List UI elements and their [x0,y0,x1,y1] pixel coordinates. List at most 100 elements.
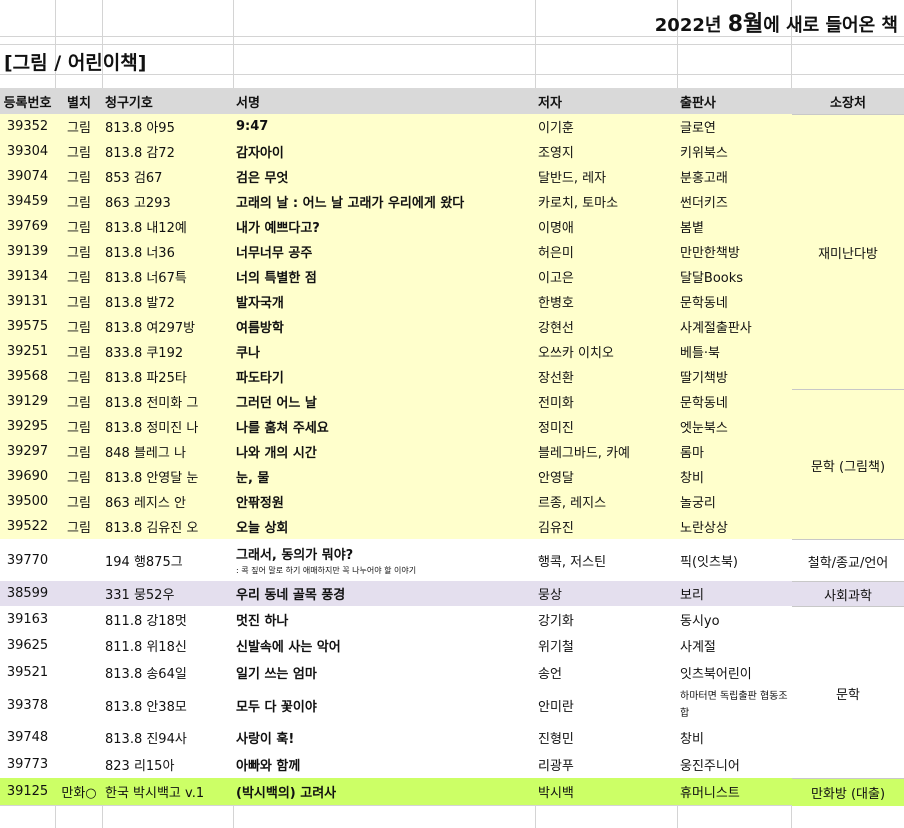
table-row: 39500 그림 863 레지스 안 안팎정원 르종, 레지스 놀궁리 [0,489,904,514]
cell-title: 너무너무 공주 [236,246,313,261]
cell-author: 안미란 [538,699,574,715]
cell-reg-no: 39770 [6,552,49,568]
cell-subtitle: : 콕 짚어 말로 하기 애매하지만 꼭 나누어야 할 이야기 [236,566,417,575]
cell-reg-no: 39625 [6,637,49,653]
cell-reg-no: 39297 [6,444,49,459]
cell-author: 이고은 [538,271,574,286]
cell-reg-no: 39690 [6,469,49,484]
cell-branch [56,581,102,606]
table-row: 39748 813.8 진94사 사랑이 훅! 진형민 창비 [0,724,904,750]
table-row: 39352 그림 813.8 아95 9:47 이기훈 글로연 [0,114,904,139]
cell-title: 나를 훔쳐 주세요 [236,421,329,436]
cell-reg-no: 39139 [6,244,49,259]
cell-branch [56,606,102,632]
table-row: 39139 그림 813.8 너36 너무너무 공주 허은미 만만한책방 [0,239,904,264]
cell-author: 강기화 [538,613,574,629]
cell-title: 안팎정원 [236,496,284,511]
title-year: 2022년 [654,15,728,36]
cell-reg-no: 39459 [6,194,49,209]
grid-line [0,44,904,45]
table-row: 39125 만화○ 한국 박시백고 v.1 (박시백의) 고려사 박시백 휴머니스트 [0,778,904,805]
table-row: 39625 811.8 위18신 신발속에 사는 악어 위기철 사계절 [0,632,904,658]
cell-reg-no: 39378 [6,697,49,713]
cell-publisher: 웅진주니어 [680,758,740,774]
cell-location: 만화방 (대출) [792,778,904,806]
title-rest: 에 새로 들어온 책 [763,15,898,36]
cell-publisher: 분홍고래 [680,171,728,186]
cell-publisher: 엣눈북스 [680,421,728,436]
cell-publisher: 놀궁리 [680,496,716,511]
cell-reg-no: 39131 [6,294,49,309]
cell-title: 나와 개의 시간 [236,446,317,461]
cell-title: 일기 쓰는 엄마 [236,666,317,682]
cell-author: 장선환 [538,371,574,386]
header-location: 소장처 [830,95,866,111]
cell-reg-no: 39748 [6,729,49,745]
cell-title: 아빠와 함께 [236,758,301,774]
cell-title: 여름방학 [236,321,284,336]
cell-title: 그래서, 동의가 뭐야?: 콕 짚어 말로 하기 애매하지만 꼭 나누어야 할 … [236,539,534,581]
cell-publisher: 롬마 [680,446,704,461]
table-row: 39131 그림 813.8 발72 발자국개 한병호 문학동네 [0,289,904,314]
cell-call-number: 한국 박시백고 v.1 [105,786,205,801]
cell-branch: 그림 [67,246,91,261]
cell-location: 문학 (그림책) [792,389,904,540]
cell-call-number: 833.8 쿠192 [105,346,184,361]
cell-publisher: 창비 [680,471,704,486]
cell-author: 김유진 [538,521,574,536]
cell-publisher: 키위북스 [680,146,728,161]
table-row: 39521 813.8 송64일 일기 쓰는 엄마 송언 잇츠북어린이 [0,658,904,686]
cell-branch: 그림 [67,446,91,461]
table-row: 38599 331 뭉52우 우리 동네 골목 풍경 뭉상 보리 [0,581,904,606]
cell-author: 달반드, 레자 [538,171,607,186]
cell-branch: 만화○ [61,786,97,801]
cell-call-number: 813.8 발72 [105,296,175,311]
title-month: 8월 [727,12,764,37]
cell-title: 너의 특별한 점 [236,271,317,286]
table-row: 39522 그림 813.8 김유진 오 오늘 상회 김유진 노란상상 [0,514,904,539]
cell-title: 눈, 물 [236,471,270,486]
cell-author: 이기훈 [538,121,574,136]
header-no: 등록번호 [3,95,52,111]
cell-branch: 그림 [67,421,91,436]
cell-reg-no: 39129 [6,394,49,409]
table-row: 39459 그림 863 고293 고래의 날 : 어느 날 고래가 우리에게 왔다 카… [0,189,904,214]
cell-call-number: 863 고293 [105,196,171,211]
cell-location: 재미난다방 [792,114,904,390]
cell-reg-no: 39500 [6,494,49,509]
cell-reg-no: 39352 [6,119,49,134]
cell-publisher: 잇츠북어린이 [680,666,752,682]
cell-publisher: 동시yo [680,613,720,629]
cell-branch: 그림 [67,296,91,311]
cell-publisher: 문학동네 [680,296,728,311]
cell-publisher: 창비 [680,731,704,747]
cell-location: 사회과학 [792,581,904,607]
cell-call-number: 813.8 진94사 [105,731,187,747]
page-title: 2022년 8월에 새로 들어온 책 [655,6,898,38]
cell-author: 허은미 [538,246,574,261]
cell-call-number: 813.8 전미화 그 [105,396,199,411]
cell-call-number: 853 검67 [105,171,163,186]
cell-branch: 그림 [67,371,91,386]
cell-reg-no: 39163 [6,611,49,627]
cell-branch [56,539,102,581]
cell-author: 진형민 [538,731,574,747]
cell-author: 뭉상 [538,588,562,603]
cell-branch [56,686,102,724]
cell-call-number: 813.8 송64일 [105,666,187,682]
cell-title: 오늘 상회 [236,521,289,536]
cell-branch: 그림 [67,271,91,286]
cell-branch [56,658,102,686]
cell-call-number: 811.8 강18멋 [105,613,187,629]
table-header: 등록번호 별치 청구기호 서명 저자 출판사 소장처 [0,88,904,114]
cell-call-number: 813.8 너36 [105,246,175,261]
cell-author: 정미진 [538,421,574,436]
cell-reg-no: 39251 [6,344,49,359]
cell-title: 검은 무엇 [236,171,289,186]
cell-reg-no: 39074 [6,169,49,184]
table-row: 39297 그림 848 블레그 나 나와 개의 시간 블레그바드, 카예 롬마 [0,439,904,464]
cell-author: 안영달 [538,471,574,486]
cell-author: 강현선 [538,321,574,336]
cell-call-number: 813.8 너67특 [105,271,187,286]
cell-title: 멋진 하나 [236,613,289,629]
